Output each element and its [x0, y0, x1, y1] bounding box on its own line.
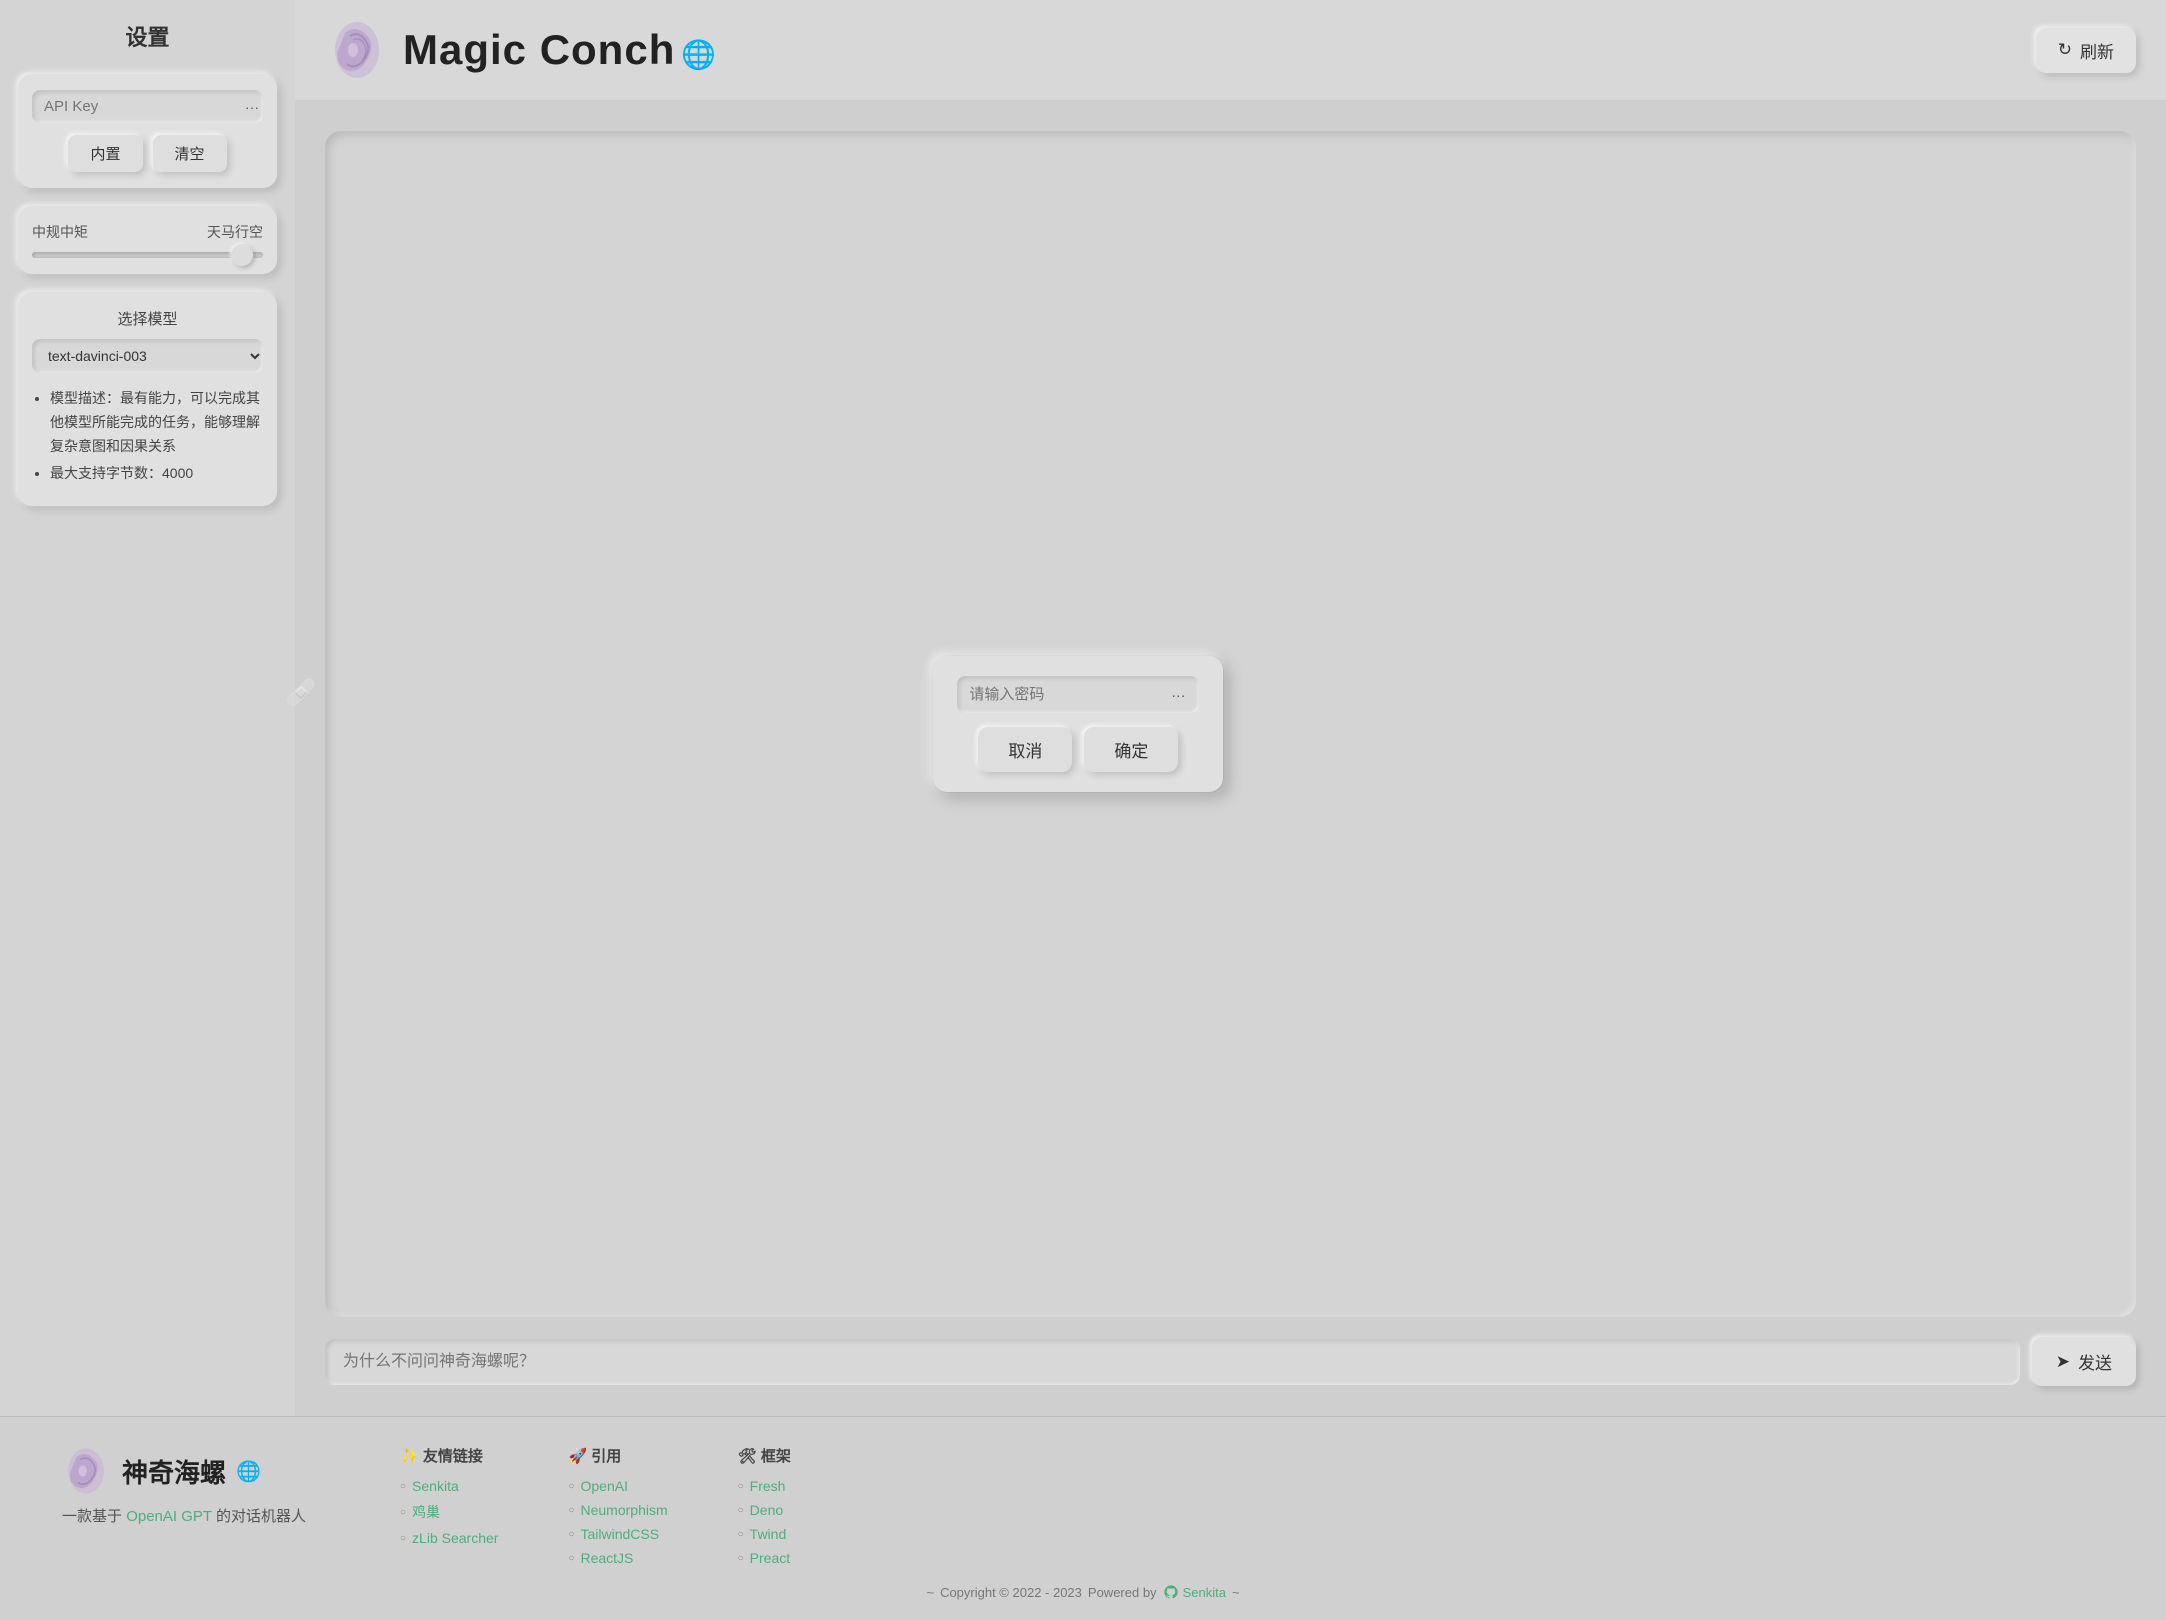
api-key-input[interactable] — [44, 98, 243, 115]
footer-link-openai[interactable]: OpenAI — [580, 1478, 627, 1494]
footer-links-section: ✨ 友情链接 Senkita 鸡巢 zLib Searcher 🚀 引用 Ope… — [400, 1445, 791, 1566]
footer-col-frameworks: 🛠 框架 Fresh Deno Twind Preact — [738, 1445, 791, 1566]
openai-link[interactable]: OpenAI GPT — [126, 1508, 212, 1525]
powered-by-text: Powered by — [1088, 1585, 1157, 1600]
app-title: Magic Conch🌐 — [403, 26, 717, 74]
footer-link-zlib[interactable]: zLib Searcher — [412, 1530, 498, 1546]
footer-col-friends: ✨ 友情链接 Senkita 鸡巢 zLib Searcher — [400, 1445, 498, 1566]
footer-friends-title: ✨ 友情链接 — [400, 1445, 498, 1466]
footer-link-tailwindcss[interactable]: TailwindCSS — [580, 1526, 659, 1542]
footer-brand-title-row: 神奇海螺 🌐 — [60, 1445, 340, 1497]
chat-section: 🩹 ··· 取消 确定 ➤ — [295, 101, 2166, 1416]
footer-link-item: OpenAI — [568, 1478, 667, 1494]
footer-link-fresh[interactable]: Fresh — [750, 1478, 786, 1494]
footer-link-neumorphism[interactable]: Neumorphism — [580, 1502, 667, 1518]
header-left: Magic Conch🌐 — [325, 18, 717, 82]
settings-title: 设置 — [18, 20, 277, 52]
temperature-slider-card: 中规中矩 天马行空 — [18, 206, 277, 274]
footer-brand-desc: 一款基于 OpenAI GPT 的对话机器人 — [62, 1505, 340, 1526]
sidebar: 设置 ··· 内置 清空 中规中矩 天马行空 选择模型 — [0, 0, 295, 1416]
api-key-row: ··· — [32, 90, 263, 123]
chat-input-row: ➤ 发送 — [325, 1337, 2136, 1386]
footer-copyright: ~ Copyright © 2022 - 2023 Powered by Sen… — [60, 1584, 2106, 1600]
api-key-card: ··· 内置 清空 — [18, 74, 277, 188]
footer-link-item: zLib Searcher — [400, 1530, 498, 1546]
main-content: Magic Conch🌐 ↻ 刷新 🩹 ··· — [295, 0, 2166, 1416]
footer-conch-icon — [60, 1445, 112, 1497]
footer-earth-emoji: 🌐 — [236, 1459, 261, 1484]
footer-dash-left: ~ — [926, 1585, 934, 1600]
footer-references-title: 🚀 引用 — [568, 1445, 667, 1466]
footer-link-item: Neumorphism — [568, 1502, 667, 1518]
footer-link-twind[interactable]: Twind — [750, 1526, 787, 1542]
footer-brand: 神奇海螺 🌐 一款基于 OpenAI GPT 的对话机器人 — [60, 1445, 340, 1526]
api-key-dots-button[interactable]: ··· — [243, 99, 261, 115]
send-icon: ➤ — [2056, 1352, 2070, 1372]
password-dots-button[interactable]: ··· — [1169, 687, 1187, 703]
send-button[interactable]: ➤ 发送 — [2032, 1337, 2136, 1386]
chat-box: ··· 取消 确定 — [325, 131, 2136, 1317]
footer-frameworks-list: Fresh Deno Twind Preact — [738, 1478, 791, 1566]
footer-brand-name: 神奇海螺 — [122, 1453, 226, 1490]
footer-link-item: Twind — [738, 1526, 791, 1542]
footer-link-jichao[interactable]: 鸡巢 — [412, 1502, 440, 1522]
model-select[interactable]: text-davinci-003 gpt-3.5-turbo gpt-4 — [32, 339, 263, 373]
eraser-icon: 🩹 — [285, 677, 317, 708]
api-key-buttons: 内置 清空 — [32, 135, 263, 172]
slider-track[interactable] — [32, 252, 263, 258]
footer-link-item: Preact — [738, 1550, 791, 1566]
slider-left-label: 中规中矩 — [32, 222, 88, 242]
footer-frameworks-title: 🛠 框架 — [738, 1445, 791, 1466]
conch-icon — [325, 18, 389, 82]
footer-link-item: Senkita — [400, 1478, 498, 1494]
copyright-text: Copyright © 2022 - 2023 — [940, 1585, 1082, 1600]
footer-link-item: ReactJS — [568, 1550, 667, 1566]
password-input-row: ··· — [957, 676, 1199, 713]
footer-link-item: Deno — [738, 1502, 791, 1518]
model-description: 模型描述：最有能力，可以完成其他模型所能完成的任务，能够理解复杂意图和因果关系 … — [32, 387, 263, 486]
footer-references-list: OpenAI Neumorphism TailwindCSS ReactJS — [568, 1478, 667, 1566]
send-label: 发送 — [2078, 1349, 2112, 1374]
refresh-label: 刷新 — [2080, 38, 2114, 63]
cancel-button[interactable]: 取消 — [978, 727, 1072, 772]
header: Magic Conch🌐 ↻ 刷新 — [295, 0, 2166, 101]
refresh-icon: ↻ — [2058, 40, 2072, 60]
clear-button[interactable]: 清空 — [153, 135, 227, 172]
password-input[interactable] — [969, 686, 1169, 703]
footer-link-item: 鸡巢 — [400, 1502, 498, 1522]
slider-thumb[interactable] — [231, 244, 253, 266]
github-icon — [1163, 1584, 1179, 1600]
slider-labels: 中规中矩 天马行空 — [32, 222, 263, 242]
slider-right-label: 天马行空 — [207, 222, 263, 242]
model-card: 选择模型 text-davinci-003 gpt-3.5-turbo gpt-… — [18, 292, 277, 506]
confirm-button[interactable]: 确定 — [1084, 727, 1178, 772]
chat-input[interactable] — [325, 1339, 2020, 1385]
model-desc-item-1: 模型描述：最有能力，可以完成其他模型所能完成的任务，能够理解复杂意图和因果关系 — [50, 387, 263, 458]
footer-col-references: 🚀 引用 OpenAI Neumorphism TailwindCSS Reac… — [568, 1445, 667, 1566]
model-desc-item-2: 最大支持字节数：4000 — [50, 462, 263, 486]
footer-link-preact[interactable]: Preact — [750, 1550, 790, 1566]
footer-top: 神奇海螺 🌐 一款基于 OpenAI GPT 的对话机器人 ✨ 友情链接 Sen… — [60, 1445, 2106, 1566]
dialog-buttons: 取消 确定 — [957, 727, 1199, 772]
footer-link-senkita[interactable]: Senkita — [412, 1478, 459, 1494]
footer: 神奇海螺 🌐 一款基于 OpenAI GPT 的对话机器人 ✨ 友情链接 Sen… — [0, 1416, 2166, 1620]
footer-dash-right: ~ — [1232, 1585, 1240, 1600]
model-section-label: 选择模型 — [32, 308, 263, 329]
footer-link-reactjs[interactable]: ReactJS — [580, 1550, 633, 1566]
github-link[interactable]: Senkita — [1163, 1584, 1226, 1600]
refresh-button[interactable]: ↻ 刷新 — [2036, 28, 2136, 73]
footer-link-deno[interactable]: Deno — [750, 1502, 783, 1518]
footer-link-item: Fresh — [738, 1478, 791, 1494]
footer-link-item: TailwindCSS — [568, 1526, 667, 1542]
builtin-button[interactable]: 内置 — [68, 135, 142, 172]
password-dialog: ··· 取消 确定 — [933, 656, 1223, 792]
footer-friends-list: Senkita 鸡巢 zLib Searcher — [400, 1478, 498, 1546]
